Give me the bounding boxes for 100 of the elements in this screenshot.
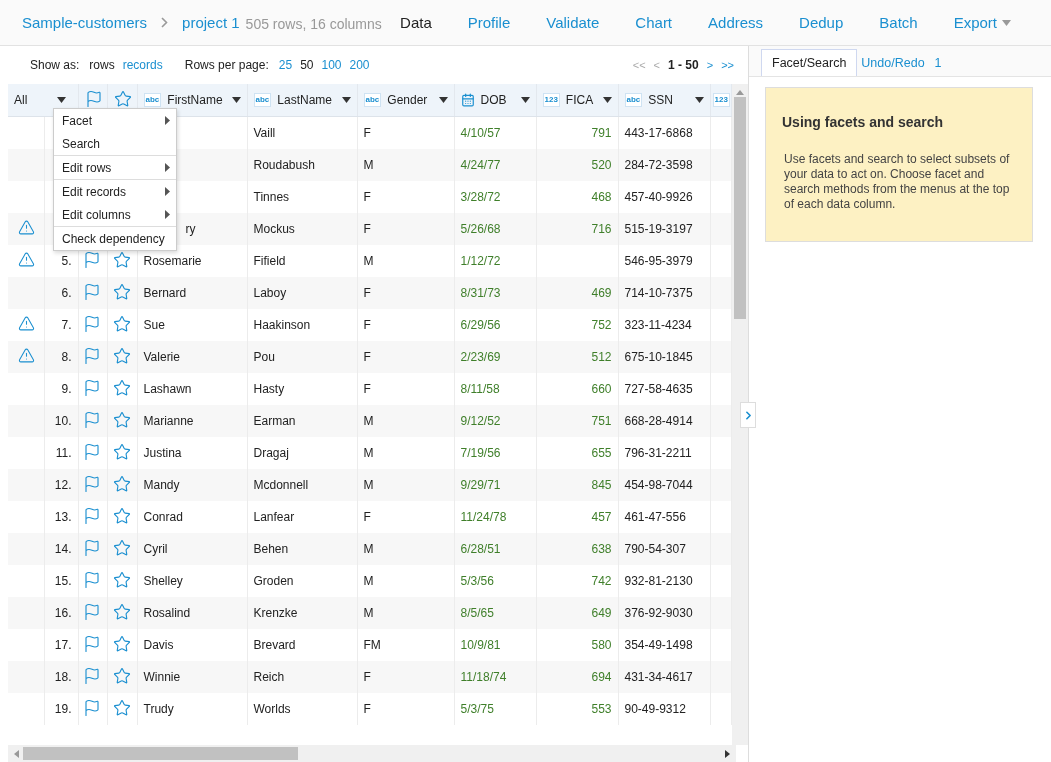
page-size-link[interactable]: 25	[278, 58, 293, 72]
caret-icon	[602, 97, 612, 103]
row-number: 8.	[61, 350, 72, 364]
star-icon[interactable]	[112, 474, 131, 493]
star-icon[interactable]	[112, 250, 131, 269]
nav-tab[interactable]: Batch	[861, 14, 936, 31]
nav-tab[interactable]: Dedup	[781, 14, 862, 31]
flag-icon[interactable]	[82, 506, 101, 525]
table-cell: F	[363, 222, 371, 236]
horizontal-scrollbar[interactable]	[8, 745, 736, 762]
breadcrumb-link[interactable]: Sample-customers	[22, 14, 148, 31]
row-number: 6.	[61, 286, 72, 300]
table-cell: Tinnes	[253, 190, 290, 204]
flag-icon[interactable]	[82, 410, 101, 429]
star-icon[interactable]	[112, 666, 131, 685]
flag-icon[interactable]	[84, 89, 103, 108]
menu-item[interactable]: Check dependency	[54, 227, 176, 250]
star-icon[interactable]	[112, 410, 131, 429]
caret-icon	[56, 97, 66, 103]
collapse-panel-button[interactable]	[740, 402, 756, 428]
caret-icon	[341, 97, 351, 103]
page-size-link[interactable]: 50	[300, 58, 314, 72]
table-cell: Roudabush	[253, 158, 315, 172]
nav-tab[interactable]: Export	[935, 14, 1029, 31]
column-header[interactable]: abc LastName	[247, 84, 357, 117]
star-icon[interactable]	[112, 634, 131, 653]
vertical-scrollbar[interactable]	[732, 84, 748, 745]
table-cell: 8/5/65	[460, 606, 494, 620]
scroll-right-icon[interactable]	[725, 749, 730, 758]
scroll-left-icon[interactable]	[14, 749, 19, 758]
nav-tab[interactable]: Validate	[528, 14, 618, 31]
table-cell: Laboy	[253, 286, 287, 300]
breadcrumb-link[interactable]: project 1	[182, 14, 240, 31]
table-cell: 354-49-1498	[624, 638, 693, 652]
panel-tab[interactable]: Facet/Search	[761, 49, 858, 76]
star-icon[interactable]	[112, 346, 131, 365]
panel-tab[interactable]: Undo/Redo 1	[857, 49, 953, 76]
flag-icon[interactable]	[82, 378, 101, 397]
view-mode-link[interactable]: records	[122, 58, 163, 72]
table-cell: 5/3/75	[460, 702, 494, 716]
column-header[interactable]: 123 FICA	[536, 84, 618, 117]
nav-tab[interactable]: Address	[690, 14, 782, 31]
flag-icon[interactable]	[82, 698, 101, 717]
star-icon[interactable]	[112, 698, 131, 717]
flag-icon[interactable]	[82, 602, 101, 621]
scroll-up-icon[interactable]	[736, 90, 744, 95]
page-size-link[interactable]: 100	[321, 58, 342, 72]
nav-tab[interactable]: Profile	[449, 14, 529, 31]
star-icon[interactable]	[112, 378, 131, 397]
flag-icon[interactable]	[82, 250, 101, 269]
page-size-link[interactable]: 200	[349, 58, 370, 72]
table-cell: 90-49-9312	[624, 702, 686, 716]
star-icon[interactable]	[113, 89, 132, 108]
table-cell: F	[363, 670, 371, 684]
flag-icon[interactable]	[82, 346, 101, 365]
pager-link[interactable]: >>	[721, 59, 734, 71]
flag-icon[interactable]	[82, 538, 101, 557]
star-icon[interactable]	[112, 282, 131, 301]
table-cell: Mockus	[253, 222, 295, 236]
nav-tab[interactable]: Data	[382, 14, 450, 31]
table-cell: 716	[591, 222, 612, 236]
table-cell: 742	[591, 574, 612, 588]
table-cell: Dragaj	[253, 446, 289, 460]
table-cell: Trudy	[143, 702, 174, 716]
flag-icon[interactable]	[82, 666, 101, 685]
row-number: 7.	[61, 318, 72, 332]
menu-item[interactable]: Edit columns	[54, 203, 176, 226]
table-cell: 9/12/52	[460, 414, 501, 428]
menu-item[interactable]: Edit rows	[54, 156, 176, 179]
table-cell: Shelley	[143, 574, 183, 588]
star-icon[interactable]	[112, 314, 131, 333]
column-header[interactable]: abc Gender	[357, 84, 454, 117]
star-icon[interactable]	[112, 442, 131, 461]
nav-tab[interactable]: Chart	[617, 14, 691, 31]
star-icon[interactable]	[112, 570, 131, 589]
all-column-header[interactable]: All	[8, 84, 78, 117]
flag-icon[interactable]	[82, 474, 101, 493]
flag-icon[interactable]	[82, 634, 101, 653]
view-mode-link[interactable]: rows	[89, 58, 115, 72]
warning-icon	[18, 251, 35, 268]
pager-link[interactable]: >	[706, 59, 714, 71]
flag-icon[interactable]	[82, 282, 101, 301]
star-icon[interactable]	[112, 538, 131, 557]
column-header[interactable]: DOB	[454, 84, 536, 117]
star-icon[interactable]	[112, 602, 131, 621]
table-cell: 714-10-7375	[624, 286, 693, 300]
menu-item[interactable]: Search	[54, 132, 176, 155]
flag-icon[interactable]	[82, 570, 101, 589]
column-header[interactable]: 123	[710, 84, 732, 117]
warning-icon	[18, 315, 35, 332]
column-header[interactable]: abc SSN	[618, 84, 710, 117]
table-cell: 796-31-2211	[624, 446, 692, 460]
flag-icon[interactable]	[82, 442, 101, 461]
flag-icon[interactable]	[82, 314, 101, 333]
table-cell: 11/18/74	[460, 670, 507, 684]
menu-item[interactable]: Edit records	[54, 180, 176, 203]
star-icon[interactable]	[112, 506, 131, 525]
table-cell: 660	[591, 382, 612, 396]
column-header[interactable]: abc FirstName	[137, 84, 247, 117]
warning-icon	[18, 219, 35, 236]
